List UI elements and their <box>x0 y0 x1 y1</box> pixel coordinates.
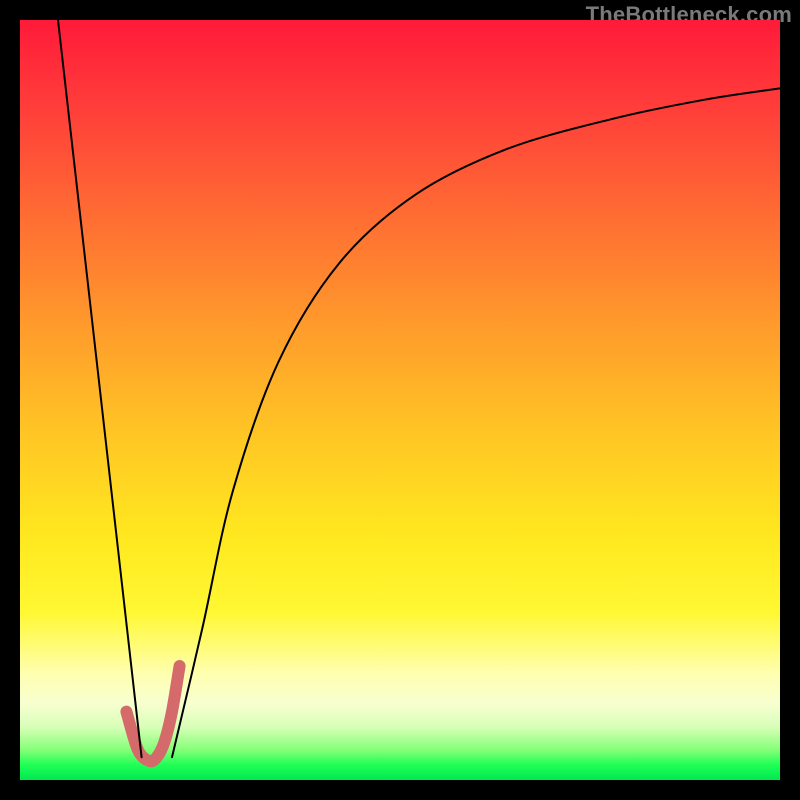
plot-area <box>20 20 780 780</box>
valley-highlight-path <box>126 666 179 761</box>
chart-frame: TheBottleneck.com <box>0 0 800 800</box>
left-line-path <box>58 20 142 757</box>
right-curve-path <box>172 88 780 757</box>
chart-svg <box>20 20 780 780</box>
